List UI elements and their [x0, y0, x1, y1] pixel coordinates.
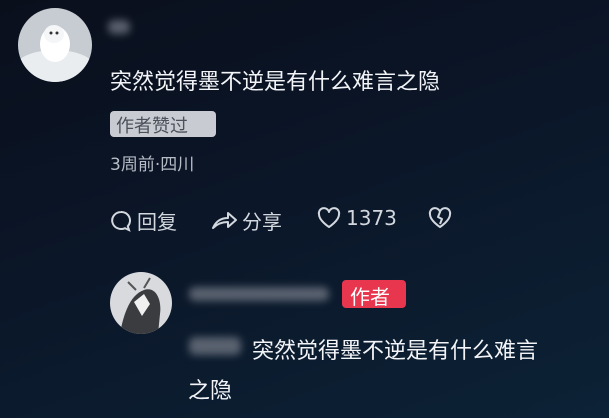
- like-button[interactable]: 1373: [316, 206, 397, 230]
- dislike-heart-icon: [427, 206, 453, 230]
- share-icon: [210, 209, 238, 233]
- commenter-name-blurred[interactable]: [108, 20, 130, 34]
- reply-text-line2: 之隐: [188, 379, 233, 404]
- dislike-button[interactable]: [427, 206, 453, 230]
- commenter-avatar[interactable]: [18, 8, 92, 82]
- share-label: 分享: [242, 210, 282, 234]
- comment-text: 突然觉得墨不逆是有什么难言之隐: [110, 70, 441, 95]
- heart-icon: [316, 206, 342, 230]
- author-tag-label: 作者: [350, 285, 390, 309]
- share-button[interactable]: 分享: [210, 206, 282, 235]
- comment-meta: 3周前·四川: [110, 155, 195, 175]
- author-tag: 作者: [342, 280, 406, 309]
- author-liked-badge-label: 作者赞过: [116, 116, 188, 137]
- reply-icon: [109, 209, 133, 233]
- reply-text-line1: 突然觉得墨不逆是有什么难言: [252, 339, 539, 364]
- replier-avatar[interactable]: [110, 272, 172, 334]
- replier-name-blurred[interactable]: [189, 287, 329, 301]
- author-liked-badge: 作者赞过: [110, 111, 216, 137]
- reply-label: 回复: [137, 210, 177, 234]
- mention-blurred[interactable]: [189, 337, 241, 355]
- like-count: 1373: [346, 206, 397, 230]
- reply-button[interactable]: 回复: [109, 206, 177, 235]
